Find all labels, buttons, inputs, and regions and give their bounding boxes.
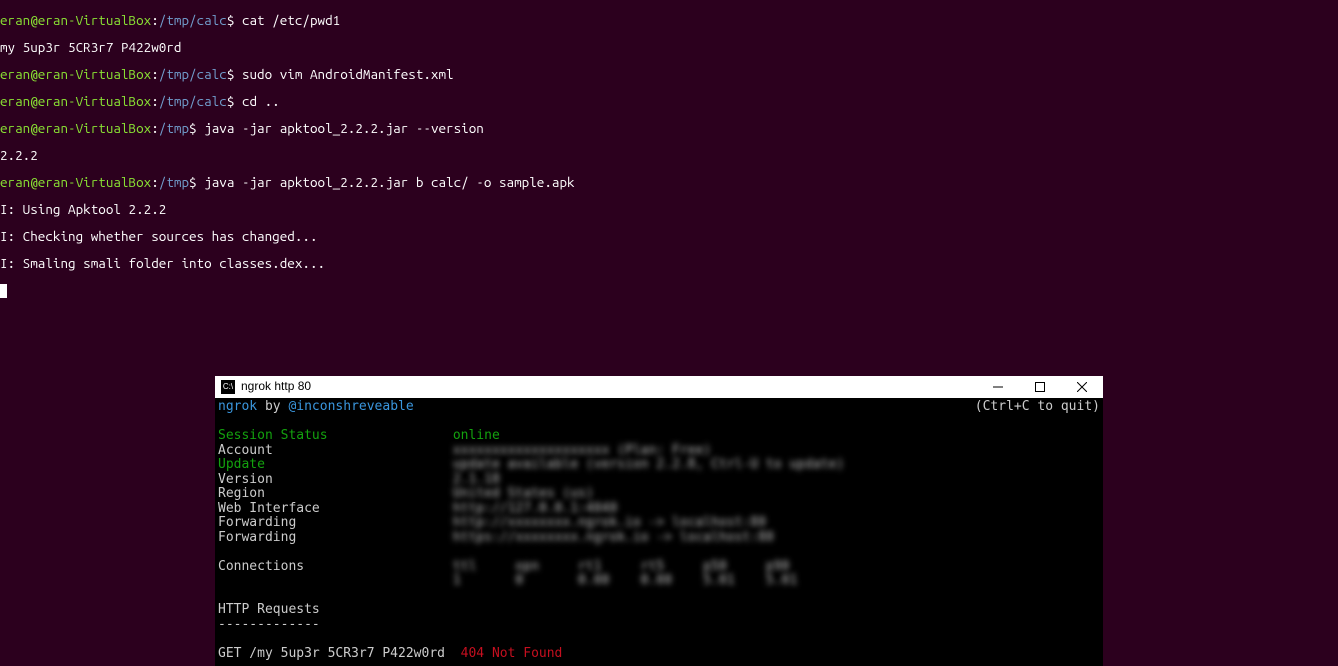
background-terminal[interactable]: eran@eran-VirtualBox:/tmp/calc$ cat /etc…: [0, 0, 1338, 311]
value-version-redacted: 2.1.18: [453, 472, 500, 487]
ngrok-by: by: [257, 399, 288, 414]
value-web-redacted: http://127.0.0.1:4040: [453, 501, 617, 516]
cursor: [0, 284, 7, 298]
ngrok-quit-hint: (Ctrl+C to quit): [975, 400, 1100, 415]
prompt-path: /tmp: [159, 174, 189, 190]
prompt-user: eran@eran-VirtualBox: [0, 93, 151, 109]
value-forwarding-redacted: http://xxxxxxxx.ngrok.io -> localhost:80: [453, 515, 766, 530]
label-region: Region: [218, 486, 265, 501]
label-version: Version: [218, 472, 273, 487]
request-status: 404 Not Found: [461, 646, 563, 661]
minimize-button[interactable]: [977, 376, 1019, 398]
close-button[interactable]: [1061, 376, 1103, 398]
ngrok-body[interactable]: ngrok by @inconshreveable (Ctrl+C to quit…: [215, 398, 1103, 663]
http-requests-divider: -------------: [218, 617, 320, 632]
label-account: Account: [218, 443, 273, 458]
prompt-path: /tmp/calc: [159, 12, 227, 28]
label-web-interface: Web Interface: [218, 501, 320, 516]
value-region-redacted: United States (us): [453, 486, 594, 501]
prompt-path: /tmp: [159, 120, 189, 136]
value-account-redacted: xxxxxxxxxxxxxxxxxxxx (Plan: Free): [453, 443, 711, 458]
prompt-user: eran@eran-VirtualBox: [0, 66, 151, 82]
label-update: Update: [218, 457, 265, 472]
value-connections-header-redacted: ttl opn rt1 rt5 p50 p90: [453, 559, 790, 574]
prompt-user: eran@eran-VirtualBox: [0, 120, 151, 136]
prompt-path: /tmp/calc: [159, 93, 227, 109]
label-forwarding: Forwarding: [218, 530, 296, 545]
label-http-requests: HTTP Requests: [218, 602, 320, 617]
label-connections: Connections: [218, 559, 304, 574]
output-pwd: my 5up3r 5CR3r7 P422w0rd: [0, 41, 1338, 55]
titlebar[interactable]: C:\ ngrok http 80: [215, 376, 1103, 398]
command-sudo-vim: sudo vim AndroidManifest.xml: [242, 66, 454, 82]
terminal-app-icon: C:\: [221, 380, 235, 394]
command-cd: cd ..: [242, 93, 280, 109]
request-line: GET /my 5up3r 5CR3r7 P422w0rd: [218, 646, 461, 661]
output-build-line: I: Using Apktool 2.2.2: [0, 203, 1338, 217]
value-forwarding-redacted: https://xxxxxxxx.ngrok.io -> localhost:8…: [453, 530, 774, 545]
value-update-redacted: update available (version 2.2.8, Ctrl-U …: [453, 457, 844, 472]
output-build-line: I: Smaling smali folder into classes.dex…: [0, 257, 1338, 271]
command-java-version: java -jar apktool_2.2.2.jar --version: [204, 120, 484, 136]
prompt-path: /tmp/calc: [159, 66, 227, 82]
ngrok-brand: ngrok: [218, 399, 257, 414]
prompt-user: eran@eran-VirtualBox: [0, 12, 151, 28]
command-java-build: java -jar apktool_2.2.2.jar b calc/ -o s…: [204, 174, 574, 190]
value-connections-row-redacted: 1 0 0.00 0.00 5.01 5.01: [453, 573, 797, 588]
ngrok-window[interactable]: C:\ ngrok http 80 ngrok by @inconshrevea…: [215, 376, 1103, 666]
value-session: online: [453, 428, 500, 443]
output-build-line: I: Checking whether sources has changed.…: [0, 230, 1338, 244]
window-title: ngrok http 80: [241, 380, 311, 394]
command-cat: cat /etc/pwd1: [242, 12, 340, 28]
prompt-user: eran@eran-VirtualBox: [0, 174, 151, 190]
label-session: Session Status: [218, 428, 328, 443]
maximize-button[interactable]: [1019, 376, 1061, 398]
ngrok-author: @inconshreveable: [288, 399, 413, 414]
label-forwarding: Forwarding: [218, 515, 296, 530]
output-version: 2.2.2: [0, 149, 1338, 163]
